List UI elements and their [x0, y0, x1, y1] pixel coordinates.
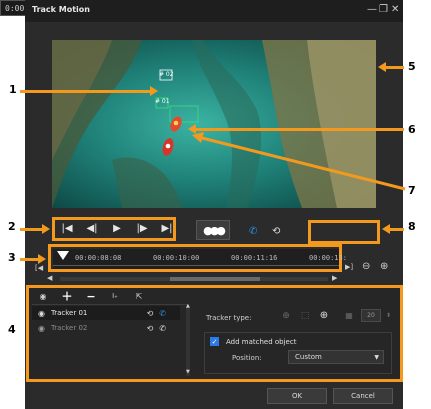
callout-number: 1 — [9, 83, 17, 96]
playback-controls: |◀ ◀| ▶ |▶ ▶| — [56, 221, 178, 237]
position-value: Custom — [295, 353, 322, 361]
remove-tracker-button[interactable]: − — [84, 290, 98, 303]
go-to-end-button[interactable]: ▶| — [156, 221, 178, 237]
zoom-in-icon[interactable]: ⊕ — [380, 261, 388, 272]
size-field[interactable]: 20 — [361, 309, 381, 322]
callout-number: 5 — [408, 60, 416, 73]
position-dropdown[interactable]: Custom ▼ — [288, 350, 384, 364]
step-back-button[interactable]: ◀| — [81, 221, 103, 237]
skip-end-icon: ▶| — [161, 223, 173, 234]
play-button[interactable]: ▶ — [106, 221, 128, 237]
step-back-icon: ◀| — [86, 223, 98, 234]
step-forward-button[interactable]: |▶ — [131, 221, 153, 237]
playhead-marker[interactable] — [57, 251, 69, 260]
eye-icon[interactable]: ◉ — [38, 324, 45, 333]
multipoint-tracker-icon[interactable]: ⊕ — [317, 310, 331, 322]
callout-arrow — [192, 132, 406, 191]
phone-icon[interactable]: ✆ — [249, 226, 257, 237]
minimize-button[interactable]: — — [367, 3, 377, 17]
list-item[interactable]: ◉ Tracker 02 ⟲ ✆ — [32, 321, 180, 335]
list-item[interactable]: ◉ Tracker 01 ⟲ ✆ — [32, 306, 180, 320]
add-matched-object-checkbox[interactable]: ✓ — [210, 337, 219, 346]
horizontal-scrollbar[interactable] — [60, 277, 328, 281]
scroll-down-icon[interactable]: ▼ — [186, 369, 190, 375]
step-forward-icon: |▶ — [136, 223, 148, 234]
chevron-down-icon: ▼ — [374, 353, 379, 361]
tracker-tag-02: # 02 — [159, 71, 174, 78]
reset-icon[interactable]: ⟲ — [147, 324, 154, 333]
tracker-name: Tracker 02 — [50, 324, 88, 332]
callout-arrow — [20, 258, 40, 261]
track-motion-button[interactable]: ●●● — [196, 220, 230, 240]
scroll-up-icon[interactable]: ▲ — [186, 303, 190, 309]
callout-number: 4 — [8, 323, 16, 336]
scroll-left-icon[interactable]: ◀ — [47, 274, 52, 282]
callout-number: 8 — [408, 220, 416, 233]
dots-icon: ●●● — [203, 223, 226, 237]
tracker-tag-01: # 01 — [155, 98, 170, 105]
phone-icon[interactable]: ✆ — [159, 324, 166, 333]
ruler-label: 00:00:08:08 — [75, 254, 122, 262]
add-tracker-button[interactable]: ＋ — [60, 290, 74, 303]
ruler-label: 00:00:10:00 — [153, 254, 200, 262]
zoom-out-icon[interactable]: ⊖ — [362, 261, 370, 272]
callout-arrow — [20, 90, 155, 93]
mosaic-icon[interactable]: ▦ — [342, 310, 356, 322]
checkmark-icon: ✓ — [211, 337, 218, 346]
play-icon: ▶ — [113, 223, 121, 234]
callout-box-timecode — [308, 220, 380, 244]
reset-icon[interactable]: ⟲ — [147, 309, 154, 318]
export-icon[interactable]: ⇱ — [132, 290, 146, 302]
ruler-end-icon[interactable]: ▶] — [345, 263, 353, 271]
point-tracker-icon[interactable]: ⊕ — [279, 310, 293, 322]
eye-icon[interactable]: ◉ — [36, 290, 50, 302]
cancel-button[interactable]: Cancel — [333, 388, 393, 404]
tracker-toolbar: ◉ ＋ − I₊ ⇱ — [36, 290, 146, 304]
size-spinner-icon[interactable]: ⬍ — [386, 312, 391, 319]
area-tracker-icon[interactable]: ⬚ — [298, 310, 312, 322]
window-title: Track Motion — [32, 5, 90, 14]
tracker-type-label: Tracker type: — [206, 314, 252, 322]
close-button[interactable]: ✕ — [391, 3, 399, 17]
tracker-name: Tracker 01 — [50, 309, 88, 317]
maximize-button[interactable]: ❐ — [379, 3, 388, 17]
reset-icon[interactable]: ⟲ — [272, 226, 280, 237]
tracker-type-options: ⊕ ⬚ ⊕ ▦ 20 ⬍ — [279, 309, 391, 322]
callout-number: 2 — [8, 220, 16, 233]
scroll-right-icon[interactable]: ▶ — [332, 274, 337, 282]
callout-arrow — [20, 228, 44, 231]
timeline-ruler[interactable]: 00:00:08:08 00:00:10:00 00:00:11:16 00:0… — [53, 249, 347, 269]
ruler-label: 00:00:11:16 — [231, 254, 278, 262]
callout-number: 3 — [8, 251, 16, 264]
ok-button[interactable]: OK — [267, 388, 327, 404]
rename-icon[interactable]: I₊ — [108, 290, 122, 302]
ruler-start-icon[interactable]: [◀ — [35, 264, 43, 272]
callout-arrow — [384, 66, 404, 69]
callout-arrow — [388, 228, 404, 231]
eye-icon[interactable]: ◉ — [38, 309, 45, 318]
position-label: Position: — [232, 354, 262, 362]
scrollbar-thumb[interactable] — [170, 277, 260, 281]
add-matched-object-label: Add matched object — [226, 338, 297, 346]
tracker-list-scrollbar[interactable] — [186, 306, 190, 376]
phone-icon[interactable]: ✆ — [159, 309, 166, 318]
go-to-start-button[interactable]: |◀ — [56, 221, 78, 237]
skip-start-icon: |◀ — [61, 223, 73, 234]
ruler-label: 00:00:13: — [309, 254, 347, 262]
